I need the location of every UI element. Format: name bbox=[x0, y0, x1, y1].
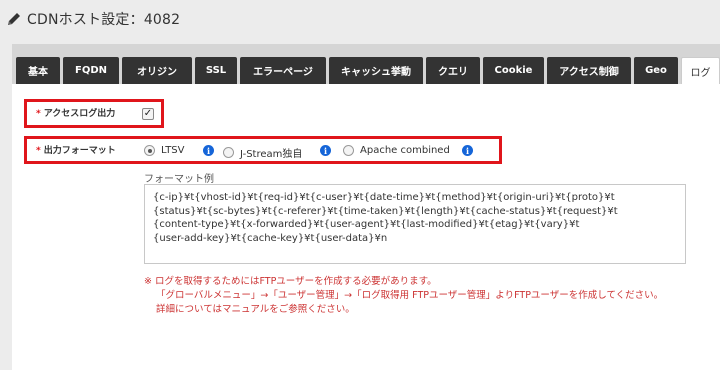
output-format-label: * 出力フォーマット bbox=[36, 146, 116, 156]
page-title: CDNホスト設定：4082 bbox=[27, 12, 181, 28]
apache-radio[interactable] bbox=[343, 145, 354, 156]
format-option-jstream[interactable]: J-Stream独自 bbox=[223, 145, 302, 160]
pencil-icon bbox=[8, 13, 20, 25]
tab-access-control[interactable]: アクセス制御 bbox=[547, 57, 631, 84]
tab-fqdn[interactable]: FQDN bbox=[63, 57, 119, 84]
ltsv-info-icon[interactable]: i bbox=[203, 145, 214, 156]
tab-cache-behavior[interactable]: キャッシュ挙動 bbox=[329, 57, 423, 84]
jstream-radio[interactable] bbox=[223, 147, 234, 158]
format-option-apache[interactable]: Apache combined bbox=[343, 145, 450, 156]
access-log-checkbox[interactable]: ✓ bbox=[142, 108, 154, 120]
tab-geo[interactable]: Geo bbox=[634, 57, 678, 84]
ltsv-radio[interactable] bbox=[144, 145, 155, 156]
format-option-ltsv[interactable]: LTSV bbox=[144, 145, 185, 156]
ftp-notes: ※ ログを取得するためにはFTPユーザーを作成する必要があります。 「グローバル… bbox=[144, 276, 664, 315]
tab-error-page[interactable]: エラーページ bbox=[240, 57, 326, 84]
tab-origin[interactable]: オリジン bbox=[122, 57, 192, 84]
tab-ssl[interactable]: SSL bbox=[195, 57, 237, 84]
page-header: CDNホスト設定：4082 bbox=[0, 0, 720, 38]
format-example-label: フォーマット例 bbox=[144, 174, 214, 185]
tab-cookie[interactable]: Cookie bbox=[483, 57, 544, 84]
log-settings-panel: * アクセスログ出力 ✓ * 出力フォーマット LTSV i J-Stream独自 … bbox=[12, 84, 720, 370]
jstream-info-icon[interactable]: i bbox=[320, 145, 331, 156]
tab-log[interactable]: ログ bbox=[681, 57, 720, 84]
tab-bar: 基本 FQDN オリジン SSL エラーページ キャッシュ挙動 クエリ Cook… bbox=[12, 44, 720, 84]
access-log-label: * アクセスログ出力 bbox=[36, 109, 116, 119]
format-example-box: {c-ip}¥t{vhost-id}¥t{req-id}¥t{c-user}¥t… bbox=[144, 184, 686, 264]
tab-query[interactable]: クエリ bbox=[426, 57, 480, 84]
tab-basic[interactable]: 基本 bbox=[16, 57, 60, 84]
apache-info-icon[interactable]: i bbox=[462, 145, 473, 156]
